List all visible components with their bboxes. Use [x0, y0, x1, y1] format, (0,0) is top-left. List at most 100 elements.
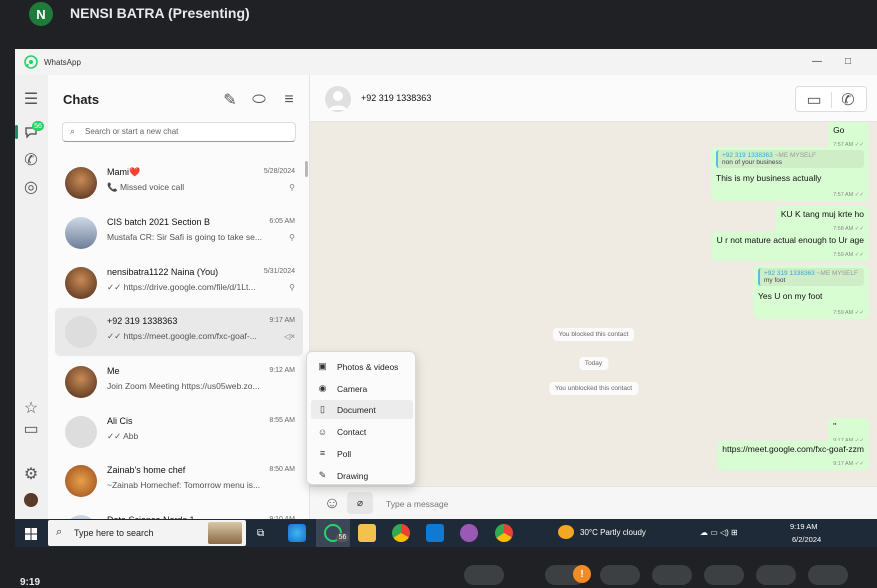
- filter-icon[interactable]: ≡: [281, 91, 297, 108]
- outgoing-message[interactable]: +92 319 1338363 ~ME MYSELF non of your bu…: [711, 147, 869, 201]
- attach-menu-item-document[interactable]: ▯ Document: [311, 400, 413, 420]
- maximize-button[interactable]: □: [841, 54, 855, 68]
- attach-menu-item-drawing[interactable]: ✎ Drawing: [311, 466, 413, 485]
- contact-name[interactable]: +92 319 1338363: [361, 93, 431, 103]
- chat-list-item[interactable]: Ali Cis ✓✓ Abb 8:55 AM: [55, 408, 303, 456]
- presenter-avatar: N: [29, 2, 53, 26]
- quoted-message[interactable]: +92 319 1338363 ~ME MYSELF non of your bu…: [716, 150, 864, 168]
- outgoing-message[interactable]: https://meet.google.com/fxc-goaf-zzm 9:17…: [717, 441, 869, 470]
- contact-icon: ☺: [317, 426, 328, 437]
- edge-icon[interactable]: [288, 524, 306, 542]
- message-text: https://meet.google.com/fxc-goaf-zzm: [722, 444, 864, 454]
- attach-icon[interactable]: ⌀: [347, 492, 373, 514]
- chat-name: nensibatra1122 Naina (You): [107, 267, 219, 277]
- chat-avatar: [65, 465, 97, 497]
- app-icon[interactable]: [460, 524, 478, 542]
- chat-list-item[interactable]: Data Science Nerds 19:10 AM: [55, 507, 303, 519]
- menu-icon[interactable]: ☰: [23, 91, 39, 108]
- chat-list-item[interactable]: CIS batch 2021 Section B Mustafa CR: Sir …: [55, 209, 303, 257]
- attach-menu-item-contact[interactable]: ☺ Contact: [311, 422, 413, 441]
- starred-icon[interactable]: ☆: [23, 400, 39, 417]
- chat-name: Me: [107, 366, 120, 376]
- chat-time: 8:55 AM: [269, 417, 295, 424]
- chat-list-item[interactable]: nensibatra1122 Naina (You) ✓✓ https://dri…: [55, 259, 303, 307]
- call-buttons: ▭ ✆: [795, 86, 867, 112]
- chat-list-item[interactable]: Me Join Zoom Meeting https://us05web.zo..…: [55, 358, 303, 406]
- settings-icon[interactable]: ⚙: [23, 466, 39, 483]
- emoji-icon[interactable]: ☺: [324, 495, 340, 512]
- chrome-icon[interactable]: [392, 524, 410, 542]
- message-input[interactable]: Type a message: [386, 499, 448, 509]
- attach-menu-item-photos-videos[interactable]: ▣ Photos & videos: [311, 357, 413, 376]
- minimize-button[interactable]: —: [810, 54, 824, 68]
- search-input[interactable]: Search or start a new chat: [85, 127, 178, 136]
- camera-icon: ◉: [318, 382, 327, 393]
- chat-time: 8:50 AM: [269, 466, 295, 473]
- task-view-icon[interactable]: ⧉: [257, 528, 264, 539]
- taskbar-time[interactable]: 9:19 AM: [790, 522, 818, 531]
- chat-preview: Mustafa CR: Sir Safi is going to take se…: [107, 232, 262, 242]
- quote-text: my foot: [764, 277, 786, 284]
- quote-author: +92 319 1338363: [722, 152, 773, 159]
- whatsapp-logo-icon: [24, 55, 38, 69]
- pin-icon: ⚲: [289, 233, 295, 242]
- meet-control-button[interactable]: [756, 565, 796, 585]
- outgoing-message[interactable]: KU K tang muj krte ho 7:58 AM ✓✓: [775, 206, 869, 235]
- video-call-icon[interactable]: ▭: [806, 92, 822, 109]
- scrollbar[interactable]: [305, 161, 308, 177]
- search-box[interactable]: ⌕ Search or start a new chat: [62, 122, 296, 142]
- meet-control-button[interactable]: [652, 565, 692, 585]
- window-title: WhatsApp: [44, 58, 81, 67]
- nav-rail: ☰ 56 ✆ ◎ ☆ ▭ ⚙: [15, 75, 48, 519]
- message-text: This is my business actually: [716, 173, 822, 183]
- whatsapp-taskbar-active[interactable]: 56: [316, 519, 350, 547]
- contact-avatar[interactable]: [325, 86, 351, 112]
- meet-control-button[interactable]: [464, 565, 504, 585]
- meet-control-button[interactable]: [704, 565, 744, 585]
- search-icon: ⌕: [70, 126, 76, 136]
- archive-icon[interactable]: ▭: [23, 421, 39, 438]
- chat-time: 9:12 AM: [269, 367, 295, 374]
- attach-menu-label: Drawing: [337, 470, 369, 481]
- chat-list-item[interactable]: Zainab's home chef ~Zainab Homechef: Tomo…: [55, 457, 303, 505]
- vscode-icon[interactable]: [426, 524, 444, 542]
- system-message: You blocked this contact: [552, 328, 635, 341]
- windows-start-icon[interactable]: [25, 527, 37, 540]
- weather-text[interactable]: 30°C Partly cloudy: [580, 528, 646, 537]
- outgoing-message[interactable]: +92 319 1338363 ~ME MYSELF my foot Yes U o…: [753, 265, 869, 319]
- attach-menu-label: Poll: [337, 448, 352, 459]
- attach-menu-item-poll[interactable]: ≡ Poll: [311, 444, 413, 463]
- chat-avatar: [65, 416, 97, 448]
- title-bar: WhatsApp — □: [15, 49, 877, 75]
- outgoing-message[interactable]: U r not mature actual enough to Ur age 7:…: [711, 232, 869, 261]
- quoted-message[interactable]: +92 319 1338363 ~ME MYSELF my foot: [758, 268, 864, 286]
- meet-control-button[interactable]: [808, 565, 848, 585]
- profile-avatar[interactable]: [24, 493, 38, 507]
- status-icon[interactable]: ◎: [23, 179, 39, 196]
- chat-time: 9:17 AM: [269, 317, 295, 324]
- taskbar-date[interactable]: 6/2/2024: [792, 535, 821, 544]
- message-time: 7:59 AM ✓✓: [833, 252, 864, 258]
- calls-icon[interactable]: ✆: [23, 152, 39, 169]
- chrome-profile-icon[interactable]: [495, 524, 513, 542]
- meet-control-button[interactable]: [600, 565, 640, 585]
- windows-taskbar: ⌕ Type here to search ⧉ 56 30°C Partly c…: [15, 519, 877, 547]
- chat-list-item[interactable]: Mami❤️ 📞 Missed voice call 5/28/2024 ⚲: [55, 159, 303, 207]
- presenter-name: NENSI BATRA (Presenting): [70, 5, 250, 21]
- chat-list-panel: Chats ✎ ⬭ ≡ ⌕ Search or start a new chat…: [48, 75, 310, 519]
- taskbar-search-input[interactable]: Type here to search: [74, 528, 154, 538]
- attach-menu: ▣ Photos & videos ◉ Camera ▯ Document ☺ Contact…: [306, 351, 416, 485]
- label-icon[interactable]: ⬭: [251, 91, 267, 108]
- new-chat-icon[interactable]: ✎: [222, 92, 238, 109]
- attach-menu-item-camera[interactable]: ◉ Camera: [311, 379, 413, 398]
- chat-avatar: [65, 217, 97, 249]
- chat-time: 5/31/2024: [263, 268, 295, 275]
- tray-icons[interactable]: ☁ ▭ ◁) ⊞: [700, 528, 738, 537]
- chat-list-item[interactable]: +92 319 1338363 ✓✓ https://meet.google.co…: [55, 308, 303, 356]
- taskbar-search[interactable]: ⌕ Type here to search: [48, 520, 246, 546]
- file-explorer-icon[interactable]: [358, 524, 376, 542]
- voice-call-icon[interactable]: ✆: [840, 92, 856, 109]
- message-time: 7:59 AM ✓✓: [833, 310, 864, 316]
- attach-menu-label: Camera: [337, 383, 368, 394]
- chat-avatar: [65, 167, 97, 199]
